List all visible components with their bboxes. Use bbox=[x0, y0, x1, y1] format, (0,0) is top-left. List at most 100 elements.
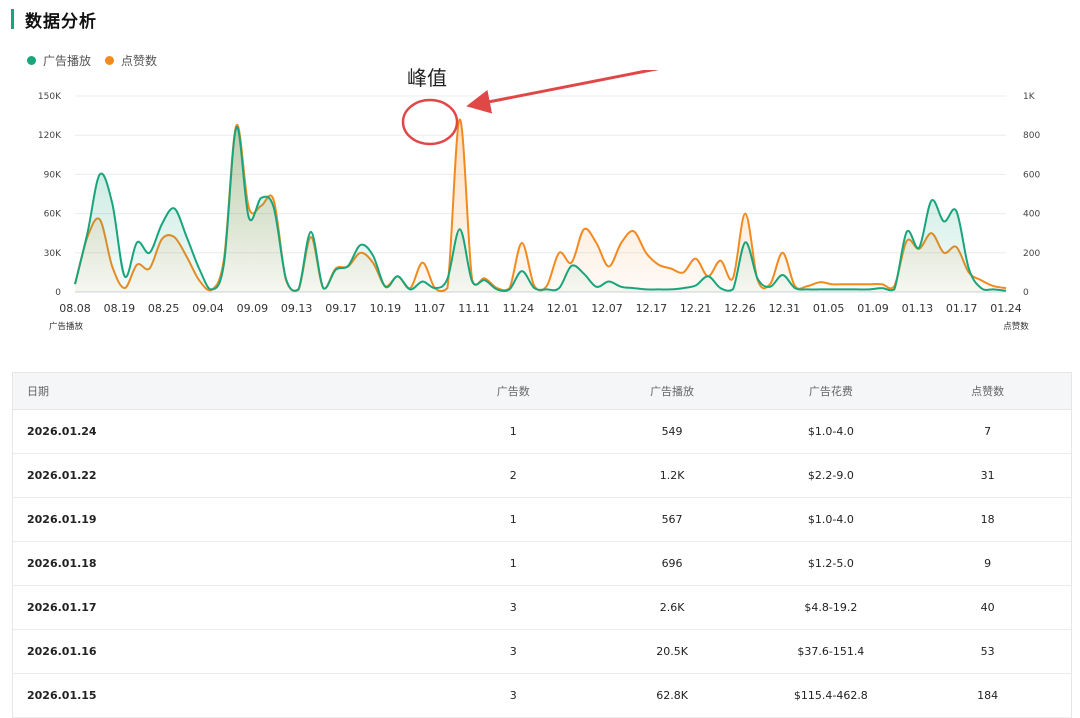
x-tick: 09.17 bbox=[325, 302, 357, 315]
y-right-tick: 400 bbox=[1023, 210, 1040, 220]
x-tick: 08.08 bbox=[59, 302, 91, 315]
x-tick: 01.24 bbox=[990, 302, 1022, 315]
legend-item-likes[interactable]: 点赞数 bbox=[105, 52, 157, 69]
cell-ad-plays: 1.2K bbox=[659, 469, 685, 482]
series-plays-area bbox=[75, 126, 1006, 292]
x-tick: 12.01 bbox=[547, 302, 579, 315]
cell-date: 2026.01.19 bbox=[27, 513, 97, 526]
cell-likes: 53 bbox=[980, 645, 995, 658]
legend-dot-icon bbox=[105, 56, 115, 65]
table-body: 2026.01.24 1 549 $1.0-4.0 7 2026.01.22 2 1.2K $2… bbox=[13, 410, 1071, 718]
trend-chart: 0 0 30K 200 60K 400 90K 600 120K 800 150K 1K 08.08 08… bbox=[38, 70, 1040, 332]
section-header: 数据分析 bbox=[11, 8, 97, 32]
cell-date: 2026.01.17 bbox=[27, 601, 97, 614]
col-header-likes[interactable]: 点赞数 bbox=[904, 383, 1071, 399]
cell-ad-plays: 2.6K bbox=[659, 601, 685, 614]
table-row[interactable]: 2026.01.22 2 1.2K $2.2-9.0 31 bbox=[13, 454, 1071, 498]
y-left-tick: 60K bbox=[44, 210, 62, 220]
series-likes-area bbox=[75, 119, 1006, 292]
x-tick: 08.25 bbox=[148, 302, 180, 315]
cell-ad-count: 1 bbox=[509, 557, 517, 570]
cell-date: 2026.01.24 bbox=[27, 425, 97, 438]
legend-dot-icon bbox=[27, 56, 36, 65]
x-tick: 01.05 bbox=[813, 302, 845, 315]
x-tick: 08.19 bbox=[104, 302, 136, 315]
x-tick: 11.07 bbox=[414, 302, 446, 315]
cell-date: 2026.01.18 bbox=[27, 557, 97, 570]
cell-ad-count: 3 bbox=[509, 645, 517, 658]
peak-arrow-annotation bbox=[466, 70, 660, 114]
x-tick: 12.26 bbox=[724, 302, 756, 315]
x-tick: 12.31 bbox=[769, 302, 801, 315]
table-header: 日期 广告数 广告播放 广告花费 点赞数 bbox=[13, 373, 1071, 410]
cell-ad-plays: 62.8K bbox=[656, 689, 688, 702]
cell-date: 2026.01.16 bbox=[27, 645, 97, 658]
x-tick: 01.09 bbox=[857, 302, 889, 315]
legend-item-plays[interactable]: 广告播放 bbox=[27, 52, 91, 69]
col-header-ad-plays[interactable]: 广告播放 bbox=[587, 383, 758, 399]
cell-likes: 7 bbox=[984, 425, 992, 438]
x-tick: 10.19 bbox=[370, 302, 402, 315]
x-tick: 11.11 bbox=[458, 302, 490, 315]
cell-ad-count: 3 bbox=[509, 601, 517, 614]
y-left-axis-label: 广告播放 bbox=[49, 321, 84, 332]
col-header-ad-spend[interactable]: 广告花费 bbox=[757, 383, 904, 399]
cell-ad-plays: 549 bbox=[661, 425, 683, 438]
x-tick: 09.09 bbox=[237, 302, 269, 315]
x-tick: 01.13 bbox=[902, 302, 934, 315]
cell-ad-spend: $115.4-462.8 bbox=[793, 689, 868, 702]
data-table: 日期 广告数 广告播放 广告花费 点赞数 2026.01.24 1 549 $1.0-… bbox=[12, 372, 1072, 718]
cell-ad-spend: $2.2-9.0 bbox=[807, 469, 854, 482]
peak-annotation-label: 峰值 bbox=[407, 66, 447, 90]
table-row[interactable]: 2026.01.18 1 696 $1.2-5.0 9 bbox=[13, 542, 1071, 586]
legend-label-plays: 广告播放 bbox=[43, 54, 92, 68]
x-tick: 01.17 bbox=[946, 302, 978, 315]
legend-label-likes: 点赞数 bbox=[121, 54, 158, 68]
cell-ad-spend: $1.0-4.0 bbox=[807, 513, 854, 526]
table-row[interactable]: 2026.01.17 3 2.6K $4.8-19.2 40 bbox=[13, 586, 1071, 630]
x-tick: 11.24 bbox=[503, 302, 535, 315]
cell-ad-plays: 20.5K bbox=[656, 645, 688, 658]
table-row[interactable]: 2026.01.19 1 567 $1.0-4.0 18 bbox=[13, 498, 1071, 542]
y-left-tick: 150K bbox=[38, 92, 62, 102]
col-header-ad-count[interactable]: 广告数 bbox=[440, 383, 587, 399]
cell-ad-plays: 696 bbox=[661, 557, 683, 570]
cell-date: 2026.01.22 bbox=[27, 469, 97, 482]
series-likes-line bbox=[74, 118, 1007, 293]
y-left-tick: 90K bbox=[44, 170, 62, 180]
y-right-tick: 800 bbox=[1023, 131, 1040, 141]
cell-ad-spend: $4.8-19.2 bbox=[804, 601, 858, 614]
cell-ad-count: 1 bbox=[509, 425, 517, 438]
cell-ad-count: 2 bbox=[509, 469, 517, 482]
peak-circle-annotation bbox=[401, 98, 459, 146]
series-plays-line bbox=[74, 126, 1007, 292]
cell-likes: 184 bbox=[977, 689, 999, 702]
page-title: 数据分析 bbox=[25, 11, 97, 32]
cell-ad-count: 1 bbox=[509, 513, 517, 526]
table-row[interactable]: 2026.01.15 3 62.8K $115.4-462.8 184 bbox=[13, 674, 1071, 718]
y-left-tick: 30K bbox=[44, 249, 62, 259]
y-right-tick: 200 bbox=[1023, 249, 1040, 259]
cell-likes: 9 bbox=[984, 557, 992, 570]
cell-ad-count: 3 bbox=[509, 689, 517, 702]
cell-likes: 40 bbox=[980, 601, 995, 614]
cell-ad-spend: $1.0-4.0 bbox=[807, 425, 854, 438]
cell-ad-spend: $1.2-5.0 bbox=[807, 557, 854, 570]
cell-ad-plays: 567 bbox=[661, 513, 683, 526]
cell-likes: 31 bbox=[980, 469, 995, 482]
x-tick: 09.13 bbox=[281, 302, 313, 315]
cell-likes: 18 bbox=[980, 513, 995, 526]
x-tick: 12.21 bbox=[680, 302, 712, 315]
chart-legend: 广告播放 点赞数 bbox=[27, 52, 171, 69]
x-tick: 12.17 bbox=[636, 302, 668, 315]
x-tick: 12.07 bbox=[591, 302, 623, 315]
cell-date: 2026.01.15 bbox=[27, 689, 97, 702]
y-right-tick: 1K bbox=[1023, 92, 1036, 102]
y-right-tick: 600 bbox=[1023, 170, 1040, 180]
col-header-date[interactable]: 日期 bbox=[13, 383, 440, 399]
y-left-tick: 0 bbox=[55, 288, 61, 298]
table-row[interactable]: 2026.01.16 3 20.5K $37.6-151.4 53 bbox=[13, 630, 1071, 674]
y-right-axis-label: 点赞数 bbox=[1003, 321, 1029, 332]
table-row[interactable]: 2026.01.24 1 549 $1.0-4.0 7 bbox=[13, 410, 1071, 454]
cell-ad-spend: $37.6-151.4 bbox=[797, 645, 865, 658]
